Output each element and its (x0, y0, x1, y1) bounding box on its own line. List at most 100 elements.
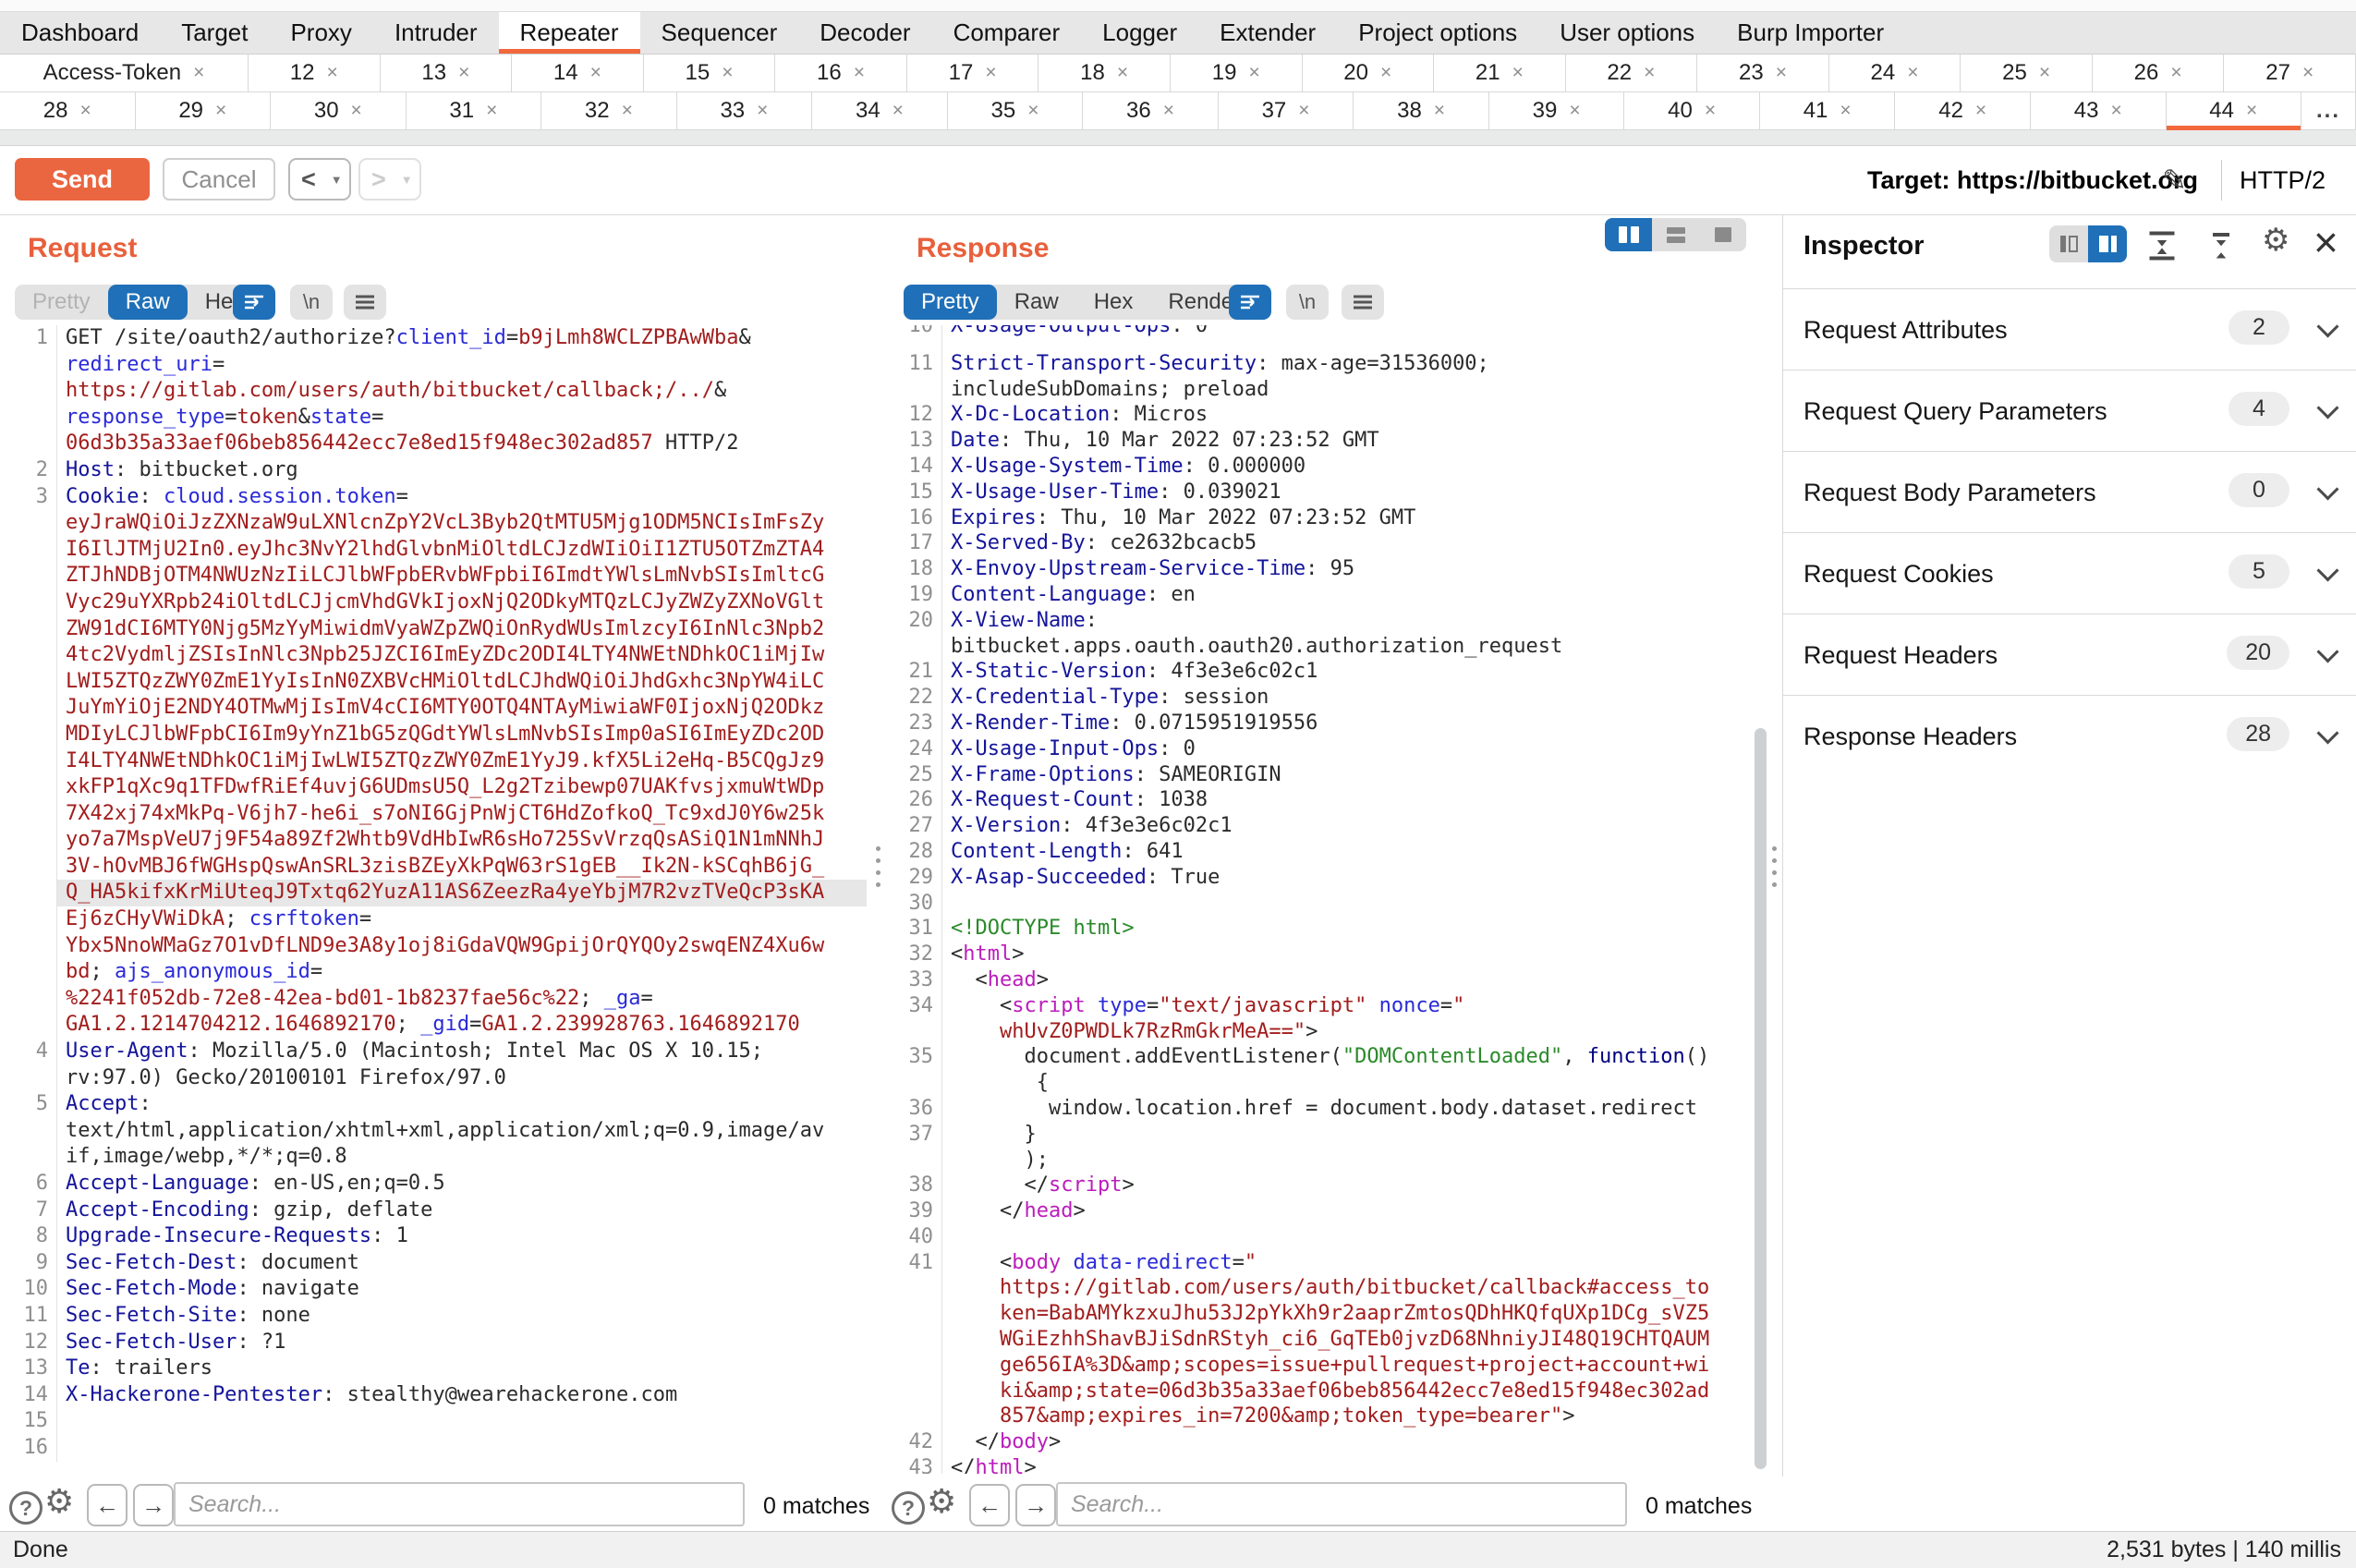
search-prev-match-button[interactable]: ← (969, 1484, 1010, 1526)
view-tab-pretty[interactable]: Pretty (15, 285, 108, 320)
tab-close-icon[interactable]: × (1840, 100, 1851, 122)
search-prev-match-button[interactable]: ← (87, 1484, 128, 1526)
tab-close-icon[interactable]: × (1248, 62, 1259, 84)
repeater-tab-41[interactable]: 41 × (1760, 92, 1896, 129)
tab-close-icon[interactable]: × (2246, 100, 2257, 122)
dropdown-arrow-icon[interactable]: ▼ (323, 173, 350, 187)
repeater-tab-39[interactable]: 39 × (1489, 92, 1625, 129)
tab-close-icon[interactable]: × (854, 62, 865, 84)
inspector-section-request-body-parameters[interactable]: Request Body Parameters 0 (1783, 451, 2356, 533)
menu-item-sequencer[interactable]: Sequencer (640, 12, 799, 54)
view-tab-raw[interactable]: Raw (107, 285, 188, 320)
repeater-tab-35[interactable]: 35 × (948, 92, 1084, 129)
tab-close-icon[interactable]: × (1434, 100, 1445, 122)
repeater-tab-25[interactable]: 25 × (1961, 55, 2093, 91)
repeater-tab-19[interactable]: 19 × (1171, 55, 1303, 91)
edit-target-pencil-icon[interactable]: ✎ (2162, 146, 2187, 214)
next-request-button[interactable]: > ▼ (358, 158, 421, 201)
tab-close-icon[interactable]: × (1705, 100, 1716, 122)
view-tab-hex[interactable]: Hex (1076, 285, 1151, 320)
layout-columns-button[interactable] (1605, 218, 1652, 251)
inspector-section-request-cookies[interactable]: Request Cookies 5 (1783, 532, 2356, 614)
tab-close-icon[interactable]: × (215, 100, 226, 122)
repeater-tab-13[interactable]: 13 × (381, 55, 513, 91)
tab-close-icon[interactable]: × (2170, 62, 2181, 84)
repeater-tab-14[interactable]: 14 × (512, 55, 644, 91)
search-help-icon[interactable]: ? (9, 1491, 43, 1525)
chevron-down-icon[interactable] (2316, 559, 2339, 582)
repeater-tab-27[interactable]: 27 × (2224, 55, 2356, 91)
repeater-tab-23[interactable]: 23 × (1697, 55, 1829, 91)
repeater-tab-42[interactable]: 42 × (1895, 92, 2031, 129)
repeater-tab-43[interactable]: 43 × (2031, 92, 2167, 129)
response-inspector-drag-handle[interactable] (1772, 846, 1778, 887)
tab-close-icon[interactable]: × (1975, 100, 1986, 122)
tab-close-icon[interactable]: × (985, 62, 996, 84)
tab-close-icon[interactable]: × (1907, 62, 1918, 84)
inspector-section-request-query-parameters[interactable]: Request Query Parameters 4 (1783, 370, 2356, 452)
layout-rows-button[interactable] (1652, 218, 1699, 251)
search-next-match-button[interactable]: → (133, 1484, 174, 1526)
response-search-input[interactable] (1056, 1482, 1627, 1526)
tab-close-icon[interactable]: × (193, 62, 204, 84)
tab-close-icon[interactable]: × (327, 62, 338, 84)
chevron-down-icon[interactable] (2316, 315, 2339, 338)
repeater-tab-22[interactable]: 22 × (1566, 55, 1698, 91)
repeater-tab-12[interactable]: 12 × (249, 55, 381, 91)
menu-item-dashboard[interactable]: Dashboard (0, 12, 160, 54)
menu-item-extender[interactable]: Extender (1198, 12, 1337, 54)
chevron-down-icon[interactable] (2316, 478, 2339, 501)
chevron-down-icon[interactable] (2316, 396, 2339, 419)
repeater-tab-29[interactable]: 29 × (136, 92, 272, 129)
repeater-tab-31[interactable]: 31 × (407, 92, 542, 129)
cancel-button[interactable]: Cancel (163, 158, 275, 201)
inspector-section-request-attributes[interactable]: Request Attributes 2 (1783, 288, 2356, 371)
request-show-newlines-button[interactable]: \n (290, 285, 333, 320)
more-tabs-button[interactable]: ... (2301, 92, 2356, 129)
search-next-match-button[interactable]: → (1015, 1484, 1056, 1526)
tab-close-icon[interactable]: × (2039, 62, 2050, 84)
search-help-icon[interactable]: ? (892, 1491, 925, 1525)
menu-item-repeater[interactable]: Repeater (498, 12, 640, 54)
tab-close-icon[interactable]: × (590, 62, 601, 84)
search-settings-gear-icon[interactable]: ⚙ (44, 1482, 74, 1521)
request-word-wrap-button[interactable] (233, 285, 275, 320)
tab-close-icon[interactable]: × (486, 100, 497, 122)
request-editor[interactable]: 1 GET /site/oauth2/authorize?client_id=b9… (7, 325, 867, 1476)
previous-request-button[interactable]: < ▼ (288, 158, 351, 201)
chevron-down-icon[interactable] (2316, 722, 2339, 745)
inspector-dock-right-button[interactable] (2088, 225, 2127, 262)
request-search-input[interactable] (174, 1482, 745, 1526)
tab-close-icon[interactable]: × (351, 100, 362, 122)
menu-item-burp-importer[interactable]: Burp Importer (1716, 12, 1905, 54)
repeater-tab-20[interactable]: 20 × (1303, 55, 1435, 91)
repeater-tab-26[interactable]: 26 × (2093, 55, 2225, 91)
menu-item-comparer[interactable]: Comparer (932, 12, 1082, 54)
tab-close-icon[interactable]: × (458, 62, 469, 84)
repeater-tab-30[interactable]: 30 × (271, 92, 407, 129)
tab-close-icon[interactable]: × (1512, 62, 1524, 84)
repeater-tab-28[interactable]: 28 × (0, 92, 136, 129)
inspector-close-icon[interactable]: × (2313, 216, 2338, 268)
repeater-tab-21[interactable]: 21 × (1434, 55, 1566, 91)
repeater-tab-44[interactable]: 44 × (2166, 92, 2302, 130)
inspector-settings-gear-icon[interactable]: ⚙ (2262, 222, 2289, 259)
menu-item-proxy[interactable]: Proxy (269, 12, 372, 54)
tab-close-icon[interactable]: × (1298, 100, 1309, 122)
inspector-section-request-headers[interactable]: Request Headers 20 (1783, 614, 2356, 696)
response-options-menu-button[interactable] (1342, 285, 1384, 320)
tab-close-icon[interactable]: × (1117, 62, 1128, 84)
menu-item-logger[interactable]: Logger (1081, 12, 1198, 54)
inspector-collapse-all-icon[interactable] (2204, 229, 2238, 262)
repeater-tab-40[interactable]: 40 × (1624, 92, 1760, 129)
tab-close-icon[interactable]: × (79, 100, 91, 122)
chevron-down-icon[interactable] (2316, 640, 2339, 663)
inspector-expand-all-icon[interactable] (2145, 229, 2179, 262)
request-options-menu-button[interactable] (344, 285, 386, 320)
inspector-section-response-headers[interactable]: Response Headers 28 (1783, 695, 2356, 777)
send-button[interactable]: Send (15, 158, 150, 201)
repeater-tab-15[interactable]: 15 × (644, 55, 776, 91)
tab-close-icon[interactable]: × (722, 62, 733, 84)
repeater-tab-24[interactable]: 24 × (1829, 55, 1961, 91)
repeater-tab-32[interactable]: 32 × (541, 92, 677, 129)
